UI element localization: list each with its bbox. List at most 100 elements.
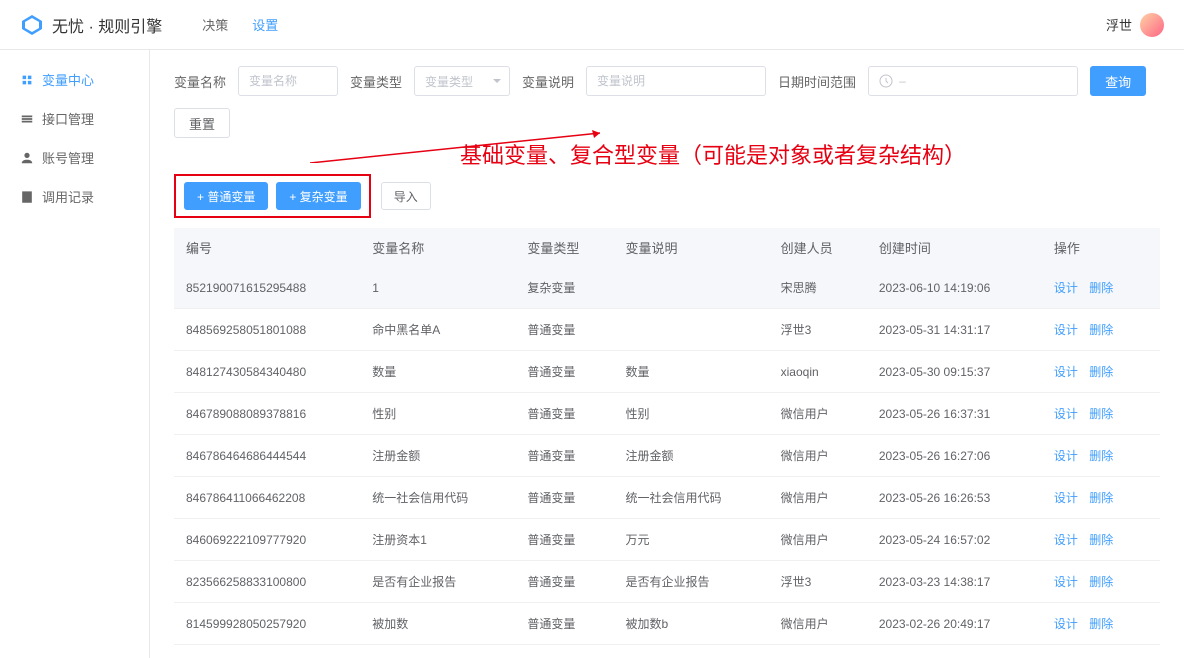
header: 无忧 · 规则引擎 决策 设置 浮世: [0, 0, 1184, 50]
clock-icon: [879, 74, 893, 88]
account-icon: [20, 151, 34, 165]
cell-time: 2023-06-10 14:19:06: [867, 267, 1042, 309]
design-link[interactable]: 设计: [1054, 407, 1078, 421]
header-user[interactable]: 浮世: [1106, 13, 1164, 37]
nav-tabs: 决策 设置: [202, 15, 278, 34]
table-row: 814599725788336128 加数 普通变量 a 微信用户 2023-0…: [174, 645, 1160, 658]
delete-link[interactable]: 删除: [1089, 617, 1113, 631]
cell-type: 普通变量: [515, 603, 613, 645]
filter-type-select[interactable]: 变量类型: [414, 66, 510, 96]
cell-creator: 微信用户: [769, 477, 867, 519]
delete-link[interactable]: 删除: [1089, 281, 1113, 295]
design-link[interactable]: 设计: [1054, 491, 1078, 505]
cell-type: 普通变量: [515, 561, 613, 603]
cell-time: 2023-05-26 16:37:31: [867, 393, 1042, 435]
delete-link[interactable]: 删除: [1089, 533, 1113, 547]
cell-creator: 微信用户: [769, 603, 867, 645]
reset-button[interactable]: 重置: [174, 108, 230, 138]
delete-link[interactable]: 删除: [1089, 407, 1113, 421]
cell-name: 数量: [360, 351, 515, 393]
cell-name: 加数: [360, 645, 515, 658]
cell-desc: a: [614, 645, 769, 658]
api-icon: [20, 112, 34, 126]
add-normal-button[interactable]: + 普通变量: [184, 182, 268, 210]
cell-type: 普通变量: [515, 477, 613, 519]
nav-tab-decision[interactable]: 决策: [202, 15, 228, 34]
search-button[interactable]: 查询: [1090, 66, 1146, 96]
cell-creator: 微信用户: [769, 393, 867, 435]
cell-name: 统一社会信用代码: [360, 477, 515, 519]
cell-desc: [614, 309, 769, 351]
delete-link[interactable]: 删除: [1089, 323, 1113, 337]
filter-date-input[interactable]: –: [868, 66, 1078, 96]
cell-type: 普通变量: [515, 435, 613, 477]
cell-id: 814599725788336128: [174, 645, 360, 658]
th-name: 变量名称: [360, 228, 515, 267]
table-row: 846069222109777920 注册资本1 普通变量 万元 微信用户 20…: [174, 519, 1160, 561]
table-header-row: 编号 变量名称 变量类型 变量说明 创建人员 创建时间 操作: [174, 228, 1160, 267]
cell-id: 846786411066462208: [174, 477, 360, 519]
cell-actions: 设计 删除: [1042, 267, 1160, 309]
cell-time: 2023-02-26 20:49:17: [867, 603, 1042, 645]
th-time: 创建时间: [867, 228, 1042, 267]
cell-actions: 设计 删除: [1042, 351, 1160, 393]
cell-creator: 宋思腾: [769, 267, 867, 309]
nav-tab-settings[interactable]: 设置: [252, 15, 278, 34]
design-link[interactable]: 设计: [1054, 617, 1078, 631]
table-row: 814599928050257920 被加数 普通变量 被加数b 微信用户 20…: [174, 603, 1160, 645]
design-link[interactable]: 设计: [1054, 575, 1078, 589]
cell-type: 普通变量: [515, 645, 613, 658]
sidebar-item-account[interactable]: 账号管理: [0, 138, 149, 177]
filter-name-label: 变量名称: [174, 72, 226, 91]
highlighted-buttons: + 普通变量 + 复杂变量: [174, 174, 371, 218]
sidebar-item-label: 账号管理: [42, 148, 94, 167]
table-row: 846789088089378816 性别 普通变量 性别 微信用户 2023-…: [174, 393, 1160, 435]
cell-actions: 设计 删除: [1042, 603, 1160, 645]
cell-desc: 注册金额: [614, 435, 769, 477]
variables-table: 编号 变量名称 变量类型 变量说明 创建人员 创建时间 操作 852190071…: [174, 228, 1160, 658]
cell-actions: 设计 删除: [1042, 519, 1160, 561]
cell-desc: [614, 267, 769, 309]
cell-time: 2023-05-26 16:26:53: [867, 477, 1042, 519]
th-action: 操作: [1042, 228, 1160, 267]
cell-time: 2023-03-23 14:38:17: [867, 561, 1042, 603]
delete-link[interactable]: 删除: [1089, 365, 1113, 379]
avatar[interactable]: [1140, 13, 1164, 37]
add-complex-button[interactable]: + 复杂变量: [276, 182, 360, 210]
design-link[interactable]: 设计: [1054, 365, 1078, 379]
cell-creator: 微信用户: [769, 645, 867, 658]
cell-desc: 性别: [614, 393, 769, 435]
design-link[interactable]: 设计: [1054, 449, 1078, 463]
cell-name: 注册资本1: [360, 519, 515, 561]
cell-type: 普通变量: [515, 309, 613, 351]
action-buttons: + 普通变量 + 复杂变量 导入: [174, 174, 1160, 218]
cell-id: 823566258833100800: [174, 561, 360, 603]
import-button[interactable]: 导入: [381, 182, 431, 210]
cell-name: 是否有企业报告: [360, 561, 515, 603]
table-row: 823566258833100800 是否有企业报告 普通变量 是否有企业报告 …: [174, 561, 1160, 603]
sidebar-item-variables[interactable]: 变量中心: [0, 60, 149, 99]
cell-type: 普通变量: [515, 351, 613, 393]
design-link[interactable]: 设计: [1054, 323, 1078, 337]
cell-time: 2023-05-24 16:57:02: [867, 519, 1042, 561]
table-row: 846786464686444544 注册金额 普通变量 注册金额 微信用户 2…: [174, 435, 1160, 477]
cell-id: 814599928050257920: [174, 603, 360, 645]
sidebar-item-logs[interactable]: 调用记录: [0, 177, 149, 216]
delete-link[interactable]: 删除: [1089, 449, 1113, 463]
delete-link[interactable]: 删除: [1089, 575, 1113, 589]
delete-link[interactable]: 删除: [1089, 491, 1113, 505]
cell-actions: 设计 删除: [1042, 309, 1160, 351]
cell-id: 848127430584340480: [174, 351, 360, 393]
cell-id: 846786464686444544: [174, 435, 360, 477]
filter-desc-input[interactable]: [586, 66, 766, 96]
content: 变量名称 变量类型 变量类型 变量说明 日期时间范围 – 查询 重置 基础变量、…: [150, 50, 1184, 658]
filter-name-input[interactable]: [238, 66, 338, 96]
logo-text: 无忧 · 规则引擎: [52, 13, 162, 37]
design-link[interactable]: 设计: [1054, 533, 1078, 547]
cell-name: 注册金额: [360, 435, 515, 477]
main: 变量中心 接口管理 账号管理 调用记录 变量名称 变量类型 变量类型 变量说明 …: [0, 50, 1184, 658]
cell-actions: 设计 删除: [1042, 477, 1160, 519]
sidebar-item-api[interactable]: 接口管理: [0, 99, 149, 138]
cell-type: 复杂变量: [515, 267, 613, 309]
design-link[interactable]: 设计: [1054, 281, 1078, 295]
